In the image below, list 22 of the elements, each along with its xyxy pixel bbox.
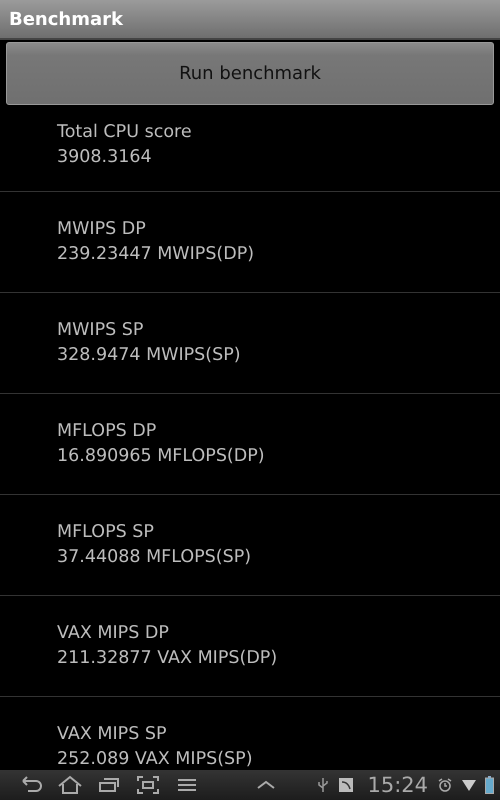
result-name: Total CPU score [57,120,192,144]
run-benchmark-button[interactable]: Run benchmark [6,42,494,105]
usb-icon [317,776,330,794]
alarm-clock-icon [437,777,453,793]
result-name: MFLOPS SP [57,521,154,544]
clock: 15:24 [367,773,428,797]
battery-icon [485,776,494,794]
home-icon[interactable] [57,774,83,796]
result-name: MWIPS SP [57,319,144,342]
result-value: 3908.3164 [57,146,152,168]
result-name: MWIPS DP [57,218,146,241]
result-value: 239.23447 MWIPS(DP) [57,243,254,266]
screenshot-icon[interactable] [135,774,161,796]
result-value: 252.089 VAX MIPS(SP) [57,748,253,770]
result-name: VAX MIPS DP [57,622,169,645]
result-name: MFLOPS DP [57,420,156,443]
result-value: 211.32877 VAX MIPS(DP) [57,647,278,670]
result-value: 328.9474 MWIPS(SP) [57,344,241,367]
window-title: Benchmark [9,8,123,30]
result-name: VAX MIPS SP [57,723,167,746]
result-value: 16.890965 MFLOPS(DP) [57,445,265,468]
result-value: 37.44088 MFLOPS(SP) [57,546,252,569]
